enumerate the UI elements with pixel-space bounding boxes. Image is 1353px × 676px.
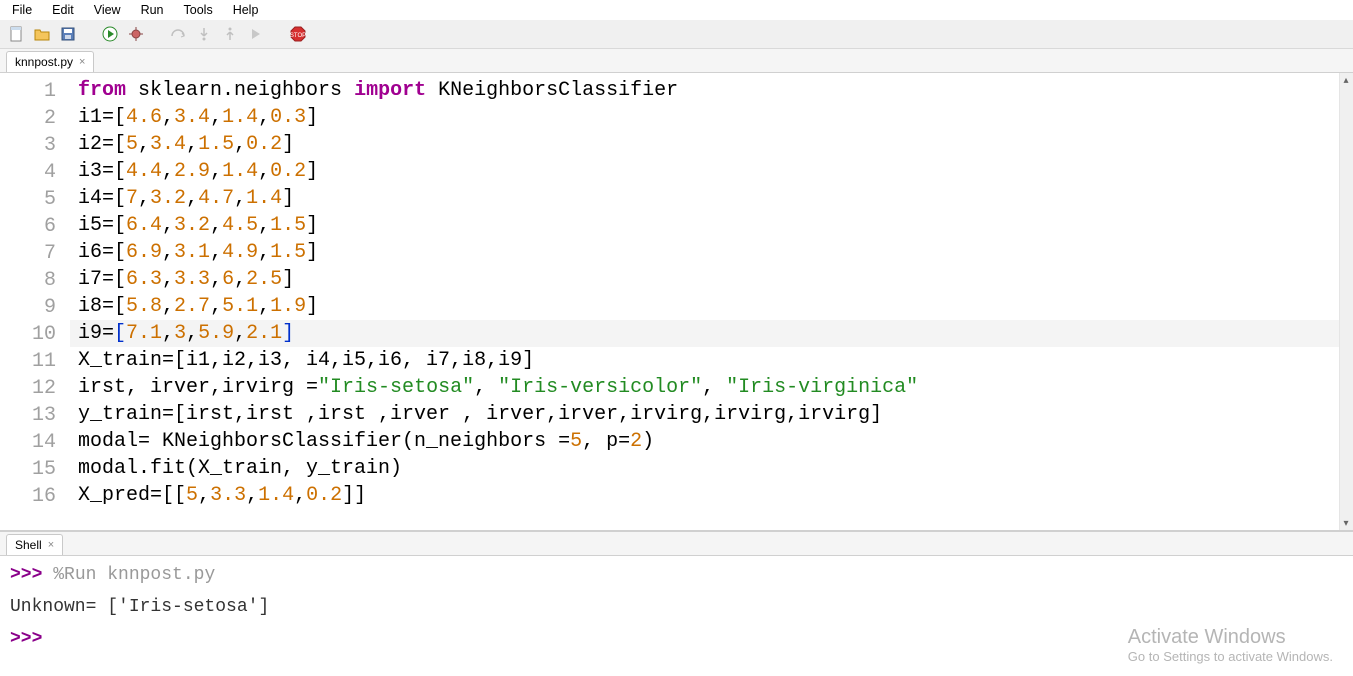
menu-edit[interactable]: Edit xyxy=(42,1,84,19)
save-icon[interactable] xyxy=(58,24,78,44)
scrollbar[interactable]: ▴ ▾ xyxy=(1339,73,1353,530)
gutter-line: 1 xyxy=(0,77,70,104)
code-line[interactable]: modal.fit(X_train, y_train) xyxy=(70,455,1339,482)
code-line[interactable]: i5=[6.4,3.2,4.5,1.5] xyxy=(70,212,1339,239)
code-line[interactable]: i6=[6.9,3.1,4.9,1.5] xyxy=(70,239,1339,266)
shell-line-run: >>> %Run knnpost.py xyxy=(10,562,1343,588)
gutter-line: 12 xyxy=(0,374,70,401)
gutter-line: 4 xyxy=(0,158,70,185)
editor-tabs: knnpost.py × xyxy=(0,49,1353,73)
code-line[interactable]: irst, irver,irvirg ="Iris-setosa", "Iris… xyxy=(70,374,1339,401)
code-line[interactable]: i8=[5.8,2.7,5.1,1.9] xyxy=(70,293,1339,320)
shell-line-prompt[interactable]: >>> xyxy=(10,626,1343,652)
code-line[interactable]: X_train=[i1,i2,i3, i4,i5,i6, i7,i8,i9] xyxy=(70,347,1339,374)
code-line[interactable]: i7=[6.3,3.3,6,2.5] xyxy=(70,266,1339,293)
shell-tab-label: Shell xyxy=(15,538,42,552)
open-folder-icon[interactable] xyxy=(32,24,52,44)
gutter-line: 15 xyxy=(0,455,70,482)
gutter-line: 5 xyxy=(0,185,70,212)
shell-run-command: %Run knnpost.py xyxy=(53,565,215,585)
code-line[interactable]: y_train=[irst,irst ,irst ,irver , irver,… xyxy=(70,401,1339,428)
gutter-line: 16 xyxy=(0,482,70,509)
menu-file[interactable]: File xyxy=(2,1,42,19)
code-area[interactable]: from sklearn.neighbors import KNeighbors… xyxy=(70,73,1339,530)
shell-output: Unknown= ['Iris-setosa'] xyxy=(10,594,1343,620)
menu-run[interactable]: Run xyxy=(131,1,174,19)
gutter-line: 9 xyxy=(0,293,70,320)
line-gutter: 12345678910111213141516 xyxy=(0,73,70,530)
scroll-down-icon[interactable]: ▾ xyxy=(1340,516,1352,530)
code-line[interactable]: i9=[7.1,3,5.9,2.1] xyxy=(70,320,1339,347)
stop-icon[interactable]: STOP xyxy=(288,24,308,44)
close-icon[interactable]: × xyxy=(48,539,54,551)
toolbar: STOP xyxy=(0,20,1353,49)
gutter-line: 14 xyxy=(0,428,70,455)
editor[interactable]: 12345678910111213141516 from sklearn.nei… xyxy=(0,73,1353,530)
code-line[interactable]: i1=[4.6,3.4,1.4,0.3] xyxy=(70,104,1339,131)
step-out-icon[interactable] xyxy=(220,24,240,44)
shell-prompt: >>> xyxy=(10,565,42,585)
debug-icon[interactable] xyxy=(126,24,146,44)
menu-view[interactable]: View xyxy=(84,1,131,19)
gutter-line: 6 xyxy=(0,212,70,239)
gutter-line: 13 xyxy=(0,401,70,428)
menu-help[interactable]: Help xyxy=(223,1,269,19)
gutter-line: 8 xyxy=(0,266,70,293)
svg-text:STOP: STOP xyxy=(290,33,306,39)
step-into-icon[interactable] xyxy=(194,24,214,44)
step-over-icon[interactable] xyxy=(168,24,188,44)
shell-tab[interactable]: Shell × xyxy=(6,534,63,555)
gutter-line: 10 xyxy=(0,320,70,347)
new-file-icon[interactable] xyxy=(6,24,26,44)
close-icon[interactable]: × xyxy=(79,56,85,68)
editor-tab-label: knnpost.py xyxy=(15,55,73,69)
code-line[interactable]: X_pred=[[5,3.3,1.4,0.2]] xyxy=(70,482,1339,509)
menu-tools[interactable]: Tools xyxy=(174,1,223,19)
shell-tabs: Shell × xyxy=(0,532,1353,556)
gutter-line: 3 xyxy=(0,131,70,158)
run-icon[interactable] xyxy=(100,24,120,44)
scroll-up-icon[interactable]: ▴ xyxy=(1340,73,1352,87)
code-line[interactable]: from sklearn.neighbors import KNeighbors… xyxy=(70,77,1339,104)
shell-prompt: >>> xyxy=(10,629,42,649)
gutter-line: 2 xyxy=(0,104,70,131)
gutter-line: 11 xyxy=(0,347,70,374)
code-line[interactable]: i4=[7,3.2,4.7,1.4] xyxy=(70,185,1339,212)
code-line[interactable]: modal= KNeighborsClassifier(n_neighbors … xyxy=(70,428,1339,455)
editor-tab-knnpost[interactable]: knnpost.py × xyxy=(6,51,94,72)
shell[interactable]: >>> %Run knnpost.py Unknown= ['Iris-seto… xyxy=(0,556,1353,676)
code-line[interactable]: i2=[5,3.4,1.5,0.2] xyxy=(70,131,1339,158)
gutter-line: 7 xyxy=(0,239,70,266)
code-line[interactable]: i3=[4.4,2.9,1.4,0.2] xyxy=(70,158,1339,185)
resume-icon[interactable] xyxy=(246,24,266,44)
menubar: File Edit View Run Tools Help xyxy=(0,0,1353,20)
